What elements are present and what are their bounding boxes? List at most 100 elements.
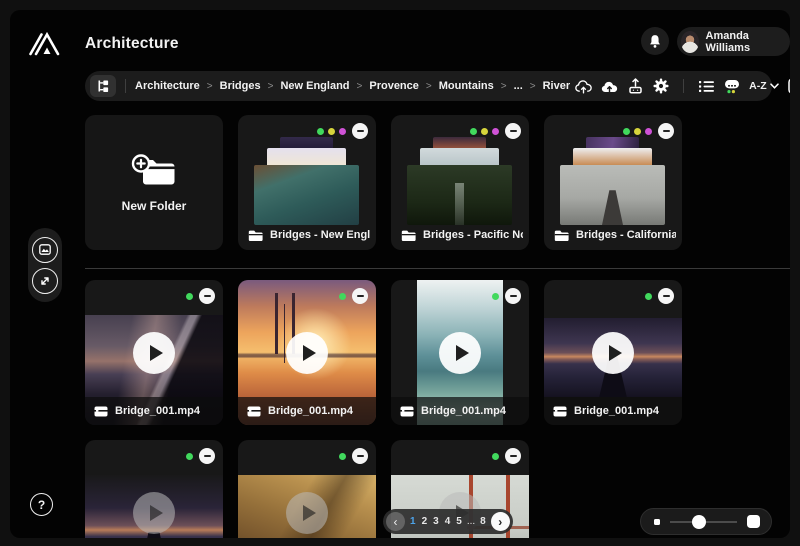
sort-dropdown[interactable]: A-Z (749, 80, 779, 92)
status-dot-green (339, 293, 346, 300)
thumbnail-size-slider (640, 508, 772, 535)
breadcrumb-separator: > (501, 81, 507, 92)
breadcrumb-item[interactable]: Architecture (135, 80, 200, 92)
video-card[interactable]: Bridge_001.mp4 (238, 280, 376, 425)
more-options-button[interactable] (505, 288, 521, 304)
pagination-page-3[interactable]: 3 (432, 516, 440, 527)
transfer-button[interactable] (32, 268, 58, 294)
breadcrumb-separator: > (268, 81, 274, 92)
list-view-button[interactable] (695, 75, 717, 97)
breadcrumb-item[interactable]: River (543, 80, 571, 92)
tag-dot-yellow (481, 128, 488, 135)
sort-label: A-Z (749, 80, 767, 92)
folder-card[interactable]: Bridges - Pacific Northw... (391, 115, 529, 250)
user-menu[interactable]: Amanda Williams (677, 27, 790, 56)
tag-dot-green (623, 128, 630, 135)
details-panel-button[interactable] (785, 75, 790, 97)
pagination-page-1[interactable]: 1 (409, 516, 417, 527)
help-button[interactable]: ? (30, 493, 53, 516)
tree-view-icon (97, 80, 110, 93)
video-card[interactable] (238, 440, 376, 538)
breadcrumb-item[interactable]: New England (280, 80, 349, 92)
new-folder-icon (130, 153, 178, 189)
storage-status-icon (724, 79, 740, 94)
video-file-icon (553, 406, 567, 417)
thumbnail-size-large-icon[interactable] (747, 515, 760, 528)
folder-name: Bridges - New England (270, 229, 370, 241)
app-window: Architecture Amanda Williams (10, 10, 790, 538)
cloud-upload-filled-button[interactable] (598, 75, 620, 97)
pagination-page-2[interactable]: 2 (421, 516, 429, 527)
folder-icon (554, 230, 569, 241)
video-filename: Bridge_001.mp4 (115, 405, 200, 417)
more-options-button[interactable] (505, 123, 521, 139)
video-file-icon (400, 406, 414, 417)
play-button[interactable] (286, 492, 328, 534)
more-options-button[interactable] (199, 288, 215, 304)
video-card[interactable]: Bridge_001.mp4 (544, 280, 682, 425)
folder-card[interactable]: Bridges - New England (238, 115, 376, 250)
more-options-button[interactable] (352, 123, 368, 139)
media-library-button[interactable] (32, 237, 58, 263)
storage-status-button[interactable] (721, 75, 743, 97)
video-file-icon (94, 406, 108, 417)
play-button[interactable] (439, 332, 481, 374)
more-options-button[interactable] (352, 448, 368, 464)
folder-name: Bridges - Pacific Northw... (423, 229, 523, 241)
app-logo-icon[interactable] (28, 26, 62, 58)
gear-icon (653, 78, 669, 94)
cloud-upload-button[interactable] (572, 75, 594, 97)
breadcrumb: Architecture > Bridges > New England > P… (135, 80, 570, 92)
avatar (681, 31, 699, 53)
pagination-page-8[interactable]: 8 (479, 516, 487, 527)
video-filename: Bridge_001.mp4 (574, 405, 659, 417)
play-button[interactable] (133, 492, 175, 534)
pagination-next-button[interactable]: › (491, 512, 510, 531)
slider-track[interactable] (670, 521, 737, 523)
more-options-button[interactable] (658, 288, 674, 304)
pagination-prev-button[interactable]: ‹ (386, 512, 405, 531)
folder-card[interactable]: Bridges - California (544, 115, 682, 250)
breadcrumb-item[interactable]: Bridges (220, 80, 261, 92)
thumbnail-size-small-icon[interactable] (654, 519, 660, 525)
pagination-page-4[interactable]: 4 (444, 516, 452, 527)
chevron-down-icon (770, 83, 779, 89)
share-device-button[interactable] (624, 75, 646, 97)
more-options-button[interactable] (352, 288, 368, 304)
play-button[interactable] (133, 332, 175, 374)
play-button[interactable] (286, 332, 328, 374)
video-card[interactable]: Bridge_001.mp4 (391, 280, 529, 425)
breadcrumb-item[interactable]: Mountains (439, 80, 494, 92)
cloud-upload-outline-icon (575, 79, 592, 94)
section-divider (85, 268, 790, 269)
list-view-icon (699, 80, 714, 93)
notifications-button[interactable] (641, 27, 669, 55)
breadcrumb-item-collapsed[interactable]: ... (514, 80, 523, 92)
video-file-icon (247, 406, 261, 417)
new-folder-button[interactable]: New Folder (85, 115, 223, 250)
preview-image (254, 165, 359, 225)
more-options-button[interactable] (505, 448, 521, 464)
slider-knob[interactable] (692, 515, 706, 529)
more-options-button[interactable] (658, 123, 674, 139)
settings-button[interactable] (650, 75, 672, 97)
breadcrumb-separator: > (426, 81, 432, 92)
preview-image (407, 165, 512, 225)
details-panel-icon (788, 78, 790, 94)
tree-view-button[interactable] (90, 75, 116, 97)
tag-dot-yellow (328, 128, 335, 135)
images-icon (39, 244, 51, 255)
video-card[interactable] (85, 440, 223, 538)
tag-dot-magenta (339, 128, 346, 135)
tag-dot-green (317, 128, 324, 135)
play-button[interactable] (592, 332, 634, 374)
pagination-page-5[interactable]: 5 (455, 516, 463, 527)
breadcrumb-toolbar: Architecture > Bridges > New England > P… (85, 71, 772, 101)
status-dot-green (492, 293, 499, 300)
folder-icon (401, 230, 416, 241)
more-options-button[interactable] (199, 448, 215, 464)
breadcrumb-separator: > (207, 81, 213, 92)
breadcrumb-item[interactable]: Provence (369, 80, 419, 92)
folders-row: New Folder Bridge (85, 115, 682, 250)
video-card[interactable]: Bridge_001.mp4 (85, 280, 223, 425)
